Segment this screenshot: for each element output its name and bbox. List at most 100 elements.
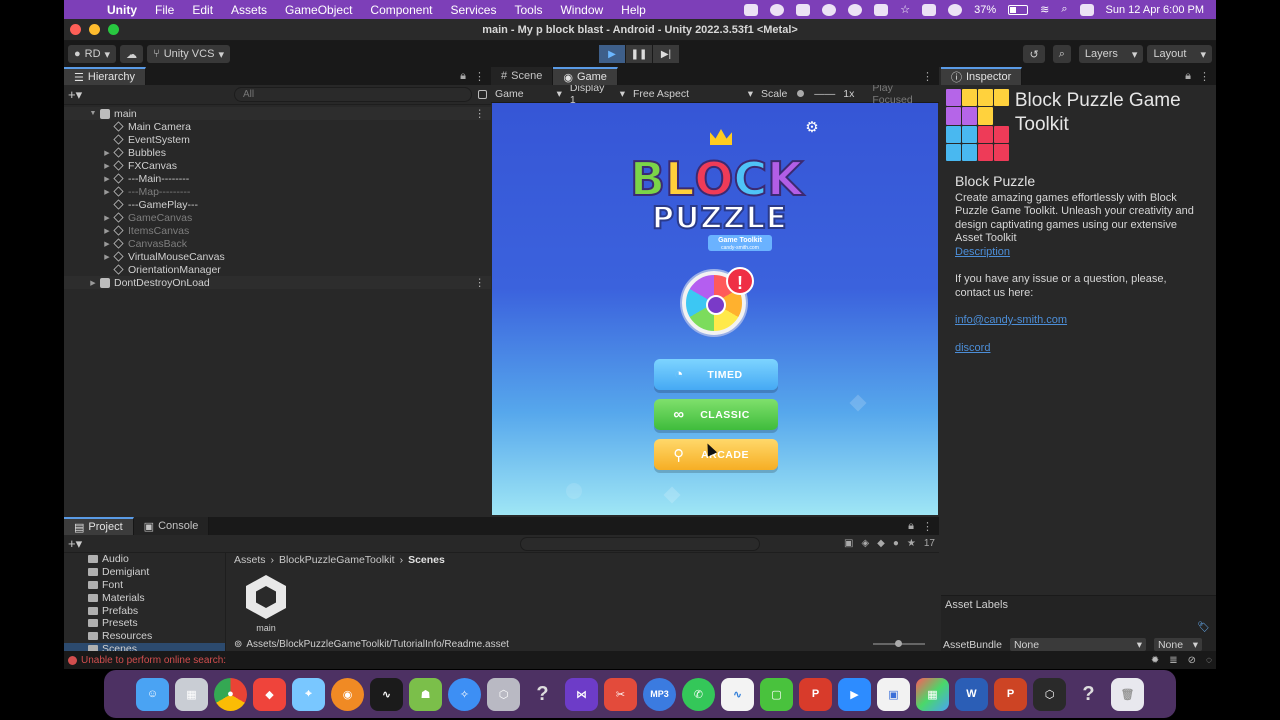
- kebab-menu-icon[interactable]: ⋮: [475, 277, 486, 289]
- dock-freeform-icon[interactable]: ∿: [721, 677, 754, 711]
- minimize-window-button[interactable]: [89, 24, 100, 35]
- dock-zoom-icon[interactable]: ▶: [838, 677, 871, 711]
- folder-item-selected[interactable]: Scenes: [64, 642, 225, 651]
- star-icon[interactable]: ☆: [900, 3, 910, 16]
- aspect-dropdown[interactable]: Free Aspect ▾: [629, 88, 757, 100]
- folder-item[interactable]: Resources: [64, 630, 225, 643]
- folder-item[interactable]: Materials: [64, 591, 225, 604]
- tree-row[interactable]: ▶ ---Map---------: [64, 185, 491, 198]
- assetbundle-dropdown[interactable]: None ▾: [1009, 638, 1146, 651]
- dock-whatsapp-icon[interactable]: ✆: [682, 677, 715, 711]
- scene-visibility-icon[interactable]: [478, 90, 487, 99]
- dock-help-2-icon[interactable]: ?: [1072, 678, 1105, 711]
- airdrop-icon[interactable]: [948, 3, 963, 16]
- dock-launchpad-icon[interactable]: ▦: [175, 677, 208, 711]
- kebab-menu-icon[interactable]: ⋮: [922, 520, 933, 533]
- classic-mode-button[interactable]: ∞ CLASSIC: [654, 399, 778, 430]
- kebab-menu-icon[interactable]: ⋮: [922, 70, 933, 83]
- expand-arrow-icon[interactable]: ▶: [102, 227, 112, 235]
- project-search-input[interactable]: [520, 536, 760, 551]
- cloud-button[interactable]: ☁: [120, 45, 144, 63]
- discord-link[interactable]: discord: [955, 342, 1202, 356]
- layout-dropdown[interactable]: Layout ▾: [1147, 45, 1212, 63]
- description-link[interactable]: Description: [955, 246, 1202, 260]
- dock-visual-studio-icon[interactable]: ⋈: [565, 677, 598, 711]
- menu-app-unity[interactable]: Unity: [98, 3, 146, 17]
- dock-powerpoint-icon[interactable]: P: [994, 677, 1027, 711]
- warning-filter-icon[interactable]: ●: [893, 538, 899, 549]
- game-mode-dropdown[interactable]: Game ▾: [491, 88, 566, 100]
- close-window-button[interactable]: [70, 24, 81, 35]
- dock-remote-icon[interactable]: ✂: [604, 677, 637, 711]
- tree-row[interactable]: Main Camera: [64, 120, 491, 133]
- dock-preview-icon[interactable]: ▣: [877, 677, 910, 711]
- dock-app-store-icon[interactable]: ▦: [916, 677, 949, 711]
- tree-row-scene-main[interactable]: ▼ main ⋮: [64, 107, 491, 120]
- dock-unity-icon[interactable]: ⬡: [1033, 677, 1066, 711]
- display-dropdown[interactable]: Display 1 ▾: [566, 82, 629, 106]
- sync-status-icon[interactable]: [848, 3, 863, 16]
- step-button[interactable]: ▶|: [653, 45, 679, 63]
- lock-icon[interactable]: 🔒︎: [1185, 70, 1191, 83]
- tree-row[interactable]: OrientationManager: [64, 263, 491, 276]
- folder-item[interactable]: Prefabs: [64, 604, 225, 617]
- play-button[interactable]: ▶: [599, 45, 625, 63]
- menu-file[interactable]: File: [146, 3, 183, 17]
- search-button[interactable]: ⌕: [1052, 45, 1071, 63]
- unity-status-icon[interactable]: [770, 3, 785, 16]
- control-center-icon[interactable]: [1079, 3, 1094, 16]
- menu-clock[interactable]: Sun 12 Apr 6:00 PM: [1106, 4, 1204, 16]
- tab-console[interactable]: ▣ Console: [133, 517, 210, 535]
- dock-help-icon[interactable]: ?: [526, 678, 559, 711]
- menu-component[interactable]: Component: [361, 3, 441, 17]
- screen-record-icon[interactable]: [744, 3, 759, 16]
- dock-word-icon[interactable]: W: [955, 677, 988, 711]
- search-by-type-icon[interactable]: ▣: [844, 538, 853, 549]
- progress-icon[interactable]: ◌: [1206, 655, 1212, 666]
- expand-arrow-icon[interactable]: ▶: [102, 149, 112, 157]
- wifi-icon[interactable]: ≋: [1040, 3, 1049, 16]
- dock-finder-icon[interactable]: ☺: [136, 677, 169, 711]
- tree-row[interactable]: ▶ CanvasBack: [64, 237, 491, 250]
- play-focused-dropdown[interactable]: Play Focused: [868, 82, 939, 106]
- tab-inspector[interactable]: ⓘ Inspector: [941, 67, 1023, 85]
- game-canvas[interactable]: ⚙ B L O C K PUZZLE Game Toolkit candy-sm…: [492, 103, 938, 515]
- search-by-label-icon[interactable]: ◈: [861, 538, 869, 549]
- tab-project[interactable]: ▤ Project: [64, 517, 134, 535]
- arcade-mode-button[interactable]: ⚲ ARCADE: [654, 439, 778, 470]
- gmail-status-icon[interactable]: [822, 3, 837, 16]
- menu-services[interactable]: Services: [441, 3, 505, 17]
- tag-icon[interactable]: ◆: [877, 538, 885, 549]
- stack-icon[interactable]: ≣: [1169, 655, 1177, 666]
- dock-android-studio-icon[interactable]: ☗: [409, 677, 442, 711]
- dock-presentation-icon[interactable]: P: [799, 677, 832, 711]
- expand-arrow-icon[interactable]: ▶: [88, 279, 98, 287]
- folder-item[interactable]: Audio: [64, 553, 225, 566]
- kebab-menu-icon[interactable]: ⋮: [475, 108, 486, 120]
- expand-arrow-icon[interactable]: ▶: [102, 162, 112, 170]
- spotlight-search-icon[interactable]: ⌕: [1061, 3, 1067, 16]
- terminal-status-icon[interactable]: [796, 3, 811, 16]
- expand-arrow-icon[interactable]: ▶: [102, 188, 112, 196]
- tree-row[interactable]: ▶ ItemsCanvas: [64, 224, 491, 237]
- input-source-icon[interactable]: [922, 3, 937, 16]
- tree-row[interactable]: ---GamePlay---: [64, 198, 491, 211]
- dock-chrome-icon[interactable]: ●: [214, 677, 247, 711]
- breadcrumb-current[interactable]: Scenes: [408, 554, 445, 566]
- font-status-icon[interactable]: [874, 3, 889, 16]
- menu-help[interactable]: Help: [612, 3, 655, 17]
- favorite-icon[interactable]: ★: [907, 538, 916, 549]
- tree-row[interactable]: ▶ VirtualMouseCanvas: [64, 250, 491, 263]
- scene-asset-tile[interactable]: main: [244, 575, 288, 633]
- menu-tools[interactable]: Tools: [505, 3, 551, 17]
- settings-gear-icon[interactable]: ⚙: [804, 120, 820, 136]
- dock-unity-hub-icon[interactable]: ⬡: [487, 677, 520, 711]
- expand-arrow-icon[interactable]: ▶: [102, 240, 112, 248]
- layers-dropdown[interactable]: Layers ▾: [1078, 45, 1144, 63]
- lock-icon[interactable]: 🔒︎: [460, 70, 466, 83]
- history-button[interactable]: ↺: [1023, 45, 1045, 63]
- menu-edit[interactable]: Edit: [183, 3, 222, 17]
- no-network-icon[interactable]: ⊘: [1188, 655, 1196, 666]
- expand-arrow-icon[interactable]: ▶: [102, 253, 112, 261]
- status-message[interactable]: Unable to perform online search:: [81, 655, 226, 666]
